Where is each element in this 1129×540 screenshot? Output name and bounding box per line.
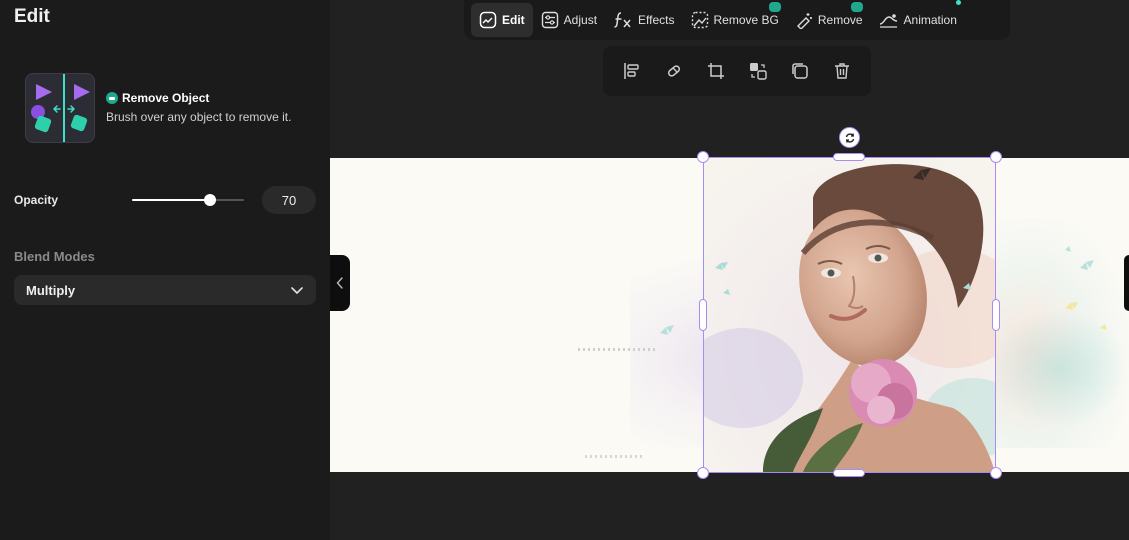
feature-description: Brush over any object to remove it. [106,110,292,124]
resize-handle-bottom-right[interactable] [990,467,1002,479]
blend-mode-select[interactable]: Multiply [14,275,316,305]
align-icon [624,63,639,79]
resize-handle-top-left[interactable] [697,151,709,163]
feature-name-row: Remove Object [106,91,209,105]
tab-remove-bg-label: Remove BG [713,13,779,27]
align-button[interactable] [617,56,647,86]
editor-root: Edit Remove Object Brush over any object… [0,0,1129,540]
duplicate-icon [792,63,808,79]
pro-badge-icon [850,2,863,12]
new-indicator-dot [955,0,961,5]
remove-object-illustration-icon [31,84,90,133]
expand-right-panel-button[interactable] [1124,255,1129,311]
animation-icon [879,14,897,28]
crop-icon [708,63,724,79]
blend-mode-value: Multiply [26,282,76,298]
resize-handle-left[interactable] [699,299,707,331]
blend-modes-label: Blend Modes [14,249,95,264]
adjust-sliders-icon [541,11,558,29]
opacity-value-input[interactable]: 70 [262,186,316,214]
chevron-down-icon [291,287,303,294]
chevron-left-icon [336,277,343,289]
tab-animation-label: Animation [903,13,957,27]
opacity-slider-thumb[interactable] [204,194,217,206]
edit-image-icon [479,11,497,29]
edit-panel: Edit Remove Object Brush over any object… [0,0,330,540]
rotate-icon [845,132,854,143]
tab-adjust-label: Adjust [563,13,598,27]
fx-icon [614,12,631,28]
object-toolbar [603,46,871,96]
replace-icon [750,63,767,80]
resize-handle-bottom-left[interactable] [697,467,709,479]
remove-object-thumbnail[interactable] [25,73,95,143]
delete-button[interactable] [827,56,857,86]
trash-icon [835,63,849,79]
opacity-label: Opacity [14,193,59,207]
eraser-button[interactable] [659,56,689,86]
top-toolbar: Edit Adjust Effects Remove BG Remove Ani… [464,0,1010,40]
tab-animation[interactable]: Animation [871,0,965,37]
tab-edit[interactable]: Edit [471,3,533,37]
tab-remove-label: Remove [817,13,863,27]
pro-badge-icon [768,2,781,12]
crop-button[interactable] [701,56,731,86]
tab-remove[interactable]: Remove [787,2,871,37]
duplicate-button[interactable] [785,56,815,86]
thumbnail-divider [63,74,65,142]
tab-effects[interactable]: Effects [605,3,682,37]
opacity-slider-fill [132,199,211,201]
collapse-panel-button[interactable] [330,255,350,311]
pro-badge-icon [106,92,118,104]
feature-name: Remove Object [122,91,210,105]
resize-handle-top-right[interactable] [990,151,1002,163]
panel-title: Edit [14,6,50,27]
tab-adjust[interactable]: Adjust [533,3,605,37]
eraser-magic-icon [796,13,812,29]
selection-box[interactable] [703,157,996,473]
resize-handle-bottom[interactable] [833,469,865,477]
tab-effects-label: Effects [638,13,675,27]
tab-remove-bg[interactable]: Remove BG [683,2,787,37]
replace-button[interactable] [743,56,773,86]
remove-bg-icon [691,11,708,29]
opacity-slider[interactable] [132,194,244,206]
eraser-icon [667,65,681,77]
resize-handle-right[interactable] [992,299,1000,331]
rotate-handle[interactable] [839,127,860,148]
tab-edit-label: Edit [502,13,525,27]
resize-handle-top[interactable] [833,153,865,161]
